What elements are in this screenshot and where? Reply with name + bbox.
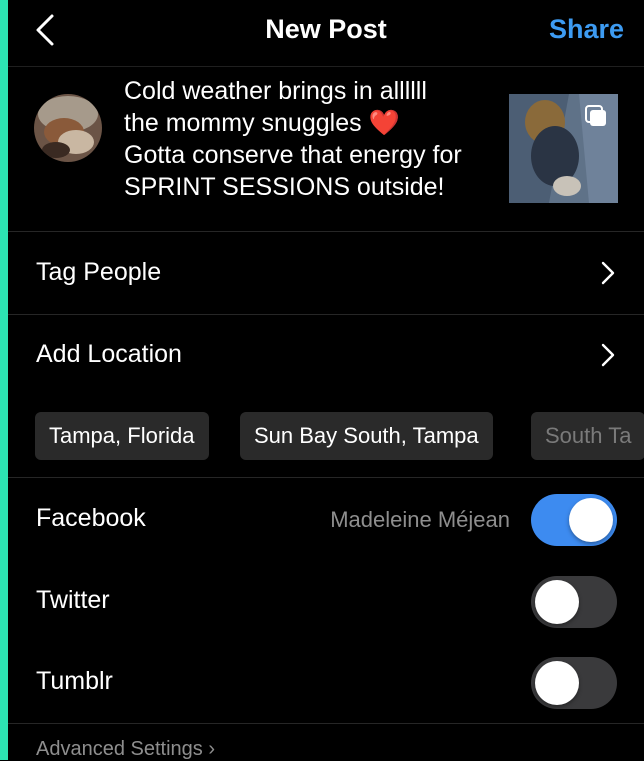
twitter-toggle[interactable] [531,576,617,628]
caption-text[interactable]: Cold weather brings in allllll the mommy… [124,75,509,203]
tumblr-share-row: Tumblr [8,641,644,723]
location-chip[interactable]: Tampa, Florida [35,412,209,460]
chevron-right-icon [601,261,615,285]
new-post-screen: New Post Share Cold weather brings in al… [8,0,644,760]
add-location-row[interactable]: Add Location [8,314,644,396]
tag-people-label: Tag People [36,258,162,286]
facebook-label: Facebook [36,504,146,532]
toggle-knob [569,498,613,542]
chevron-right-icon [601,343,615,367]
toggle-knob [535,661,579,705]
avatar [34,94,102,162]
tag-people-row[interactable]: Tag People [8,232,644,315]
nav-header: New Post Share [8,0,644,67]
twitter-share-row: Twitter [8,560,644,642]
facebook-share-row: Facebook Madeleine Méjean [8,478,644,560]
add-location-label: Add Location [36,340,182,368]
multiple-images-icon [585,105,606,126]
caption-section: Cold weather brings in allllll the mommy… [8,67,644,232]
divider [8,723,644,724]
share-button[interactable]: Share [549,14,624,45]
screen-edge-accent [0,0,8,760]
location-chip[interactable]: Sun Bay South, Tampa [240,412,493,460]
facebook-account-name: Madeleine Méjean [330,507,510,532]
advanced-settings-link[interactable]: Advanced Settings › [36,738,215,761]
tumblr-toggle[interactable] [531,657,617,709]
facebook-toggle[interactable] [531,494,617,546]
twitter-label: Twitter [36,586,110,614]
tumblr-label: Tumblr [36,667,113,695]
location-chip[interactable]: South Ta [531,412,644,460]
location-suggestions: Tampa, Florida Sun Bay South, Tampa Sout… [8,397,644,478]
toggle-knob [535,580,579,624]
post-thumbnail[interactable] [509,94,618,203]
